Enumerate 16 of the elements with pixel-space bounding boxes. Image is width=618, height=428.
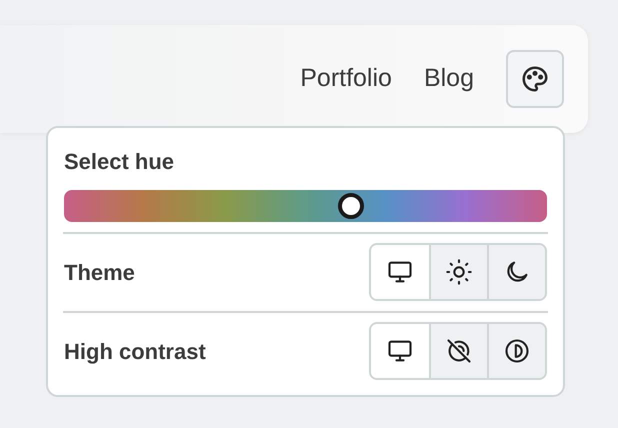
option-button[interactable]	[371, 324, 429, 378]
option-button[interactable]	[487, 324, 545, 378]
contrast-off-icon	[445, 337, 473, 365]
palette-button[interactable]	[506, 50, 564, 108]
option-button[interactable]	[371, 245, 429, 299]
setting-label: Theme	[64, 258, 135, 286]
nav-link[interactable]: Portfolio	[300, 60, 392, 98]
palette-icon	[520, 64, 550, 94]
sun-icon	[445, 258, 473, 286]
option-button[interactable]	[487, 245, 545, 299]
hue-label: Select hue	[64, 148, 176, 176]
contrast-icon	[503, 337, 531, 365]
slider-thumb[interactable]	[338, 193, 364, 219]
nav-link[interactable]: Blog	[424, 60, 474, 98]
setting-label: High contrast	[64, 338, 206, 366]
hue-slider[interactable]	[64, 190, 547, 222]
